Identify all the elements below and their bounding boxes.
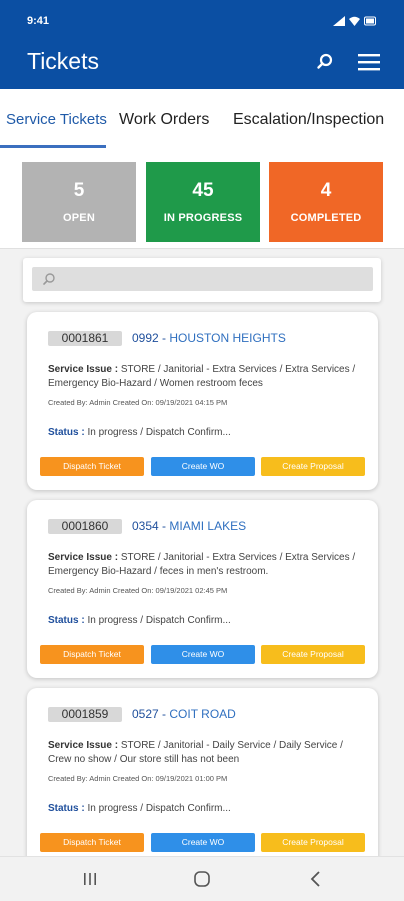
store-name: MIAMI LAKES (169, 519, 247, 533)
signal-icon (333, 16, 345, 26)
tab-work-orders[interactable]: Work Orders (119, 111, 209, 129)
created-info: Created By: Admin Created On: 09/19/2021… (48, 774, 228, 783)
create-proposal-button[interactable]: Create Proposal (261, 645, 365, 664)
stat-completed[interactable]: 4 COMPLETED (269, 162, 383, 242)
status-icons (333, 16, 377, 26)
app-header: 9:41 Tickets (0, 0, 404, 89)
status-label: Status : (48, 803, 85, 814)
dispatch-ticket-button[interactable]: Dispatch Ticket (40, 645, 144, 664)
store-name: HOUSTON HEIGHTS (169, 331, 286, 345)
home-icon[interactable] (191, 868, 213, 890)
ticket-id: 0001861 (48, 331, 122, 346)
status-bar: 9:41 (27, 15, 377, 29)
ticket-store[interactable]: 0354 - MIAMI LAKES (132, 519, 246, 534)
dispatch-ticket-button[interactable]: Dispatch Ticket (40, 457, 144, 476)
store-separator: - (162, 331, 167, 345)
tab-bar: Service Tickets Work Orders Escalation/I… (0, 89, 404, 150)
search-icon[interactable] (313, 50, 337, 74)
search-card (23, 258, 381, 302)
service-issue: Service Issue : STORE / Janitorial - Dai… (48, 739, 364, 767)
store-code: 0527 (132, 707, 159, 721)
status-time: 9:41 (27, 15, 50, 27)
status-text: In progress / Dispatch Confirm... (87, 427, 231, 438)
ticket-status: Status : In progress / Dispatch Confirm.… (48, 427, 231, 438)
stat-in-progress-count: 45 (192, 180, 214, 201)
page-title: Tickets (27, 48, 99, 74)
stat-in-progress[interactable]: 45 IN PROGRESS (146, 162, 260, 242)
stat-open-count: 5 (73, 180, 85, 201)
ticket-card[interactable]: 0001859 0527 - COIT ROAD Service Issue :… (27, 688, 378, 866)
service-issue-label: Service Issue : (48, 552, 119, 563)
menu-icon[interactable] (357, 50, 381, 74)
store-separator: - (162, 707, 167, 721)
service-issue: Service Issue : STORE / Janitorial - Ext… (48, 551, 364, 579)
service-issue-label: Service Issue : (48, 364, 119, 375)
ticket-store[interactable]: 0527 - COIT ROAD (132, 707, 236, 722)
ticket-id: 0001859 (48, 707, 122, 722)
ticket-card[interactable]: 0001861 0992 - HOUSTON HEIGHTS Service I… (27, 312, 378, 490)
store-code: 0354 (132, 519, 159, 533)
ticket-store[interactable]: 0992 - HOUSTON HEIGHTS (132, 331, 286, 346)
status-text: In progress / Dispatch Confirm... (87, 615, 231, 626)
service-issue-label: Service Issue : (48, 740, 119, 751)
service-issue: Service Issue : STORE / Janitorial - Ext… (48, 363, 364, 391)
stat-completed-label: COMPLETED (290, 212, 362, 224)
ticket-stats: 5 OPEN 45 IN PROGRESS 4 COMPLETED (0, 149, 404, 249)
search-field-icon (43, 273, 55, 285)
ticket-status: Status : In progress / Dispatch Confirm.… (48, 803, 231, 814)
battery-icon (364, 16, 376, 26)
search-input[interactable] (32, 267, 373, 291)
wifi-icon (349, 16, 360, 26)
back-icon[interactable] (305, 868, 327, 890)
create-proposal-button[interactable]: Create Proposal (261, 457, 365, 476)
status-text: In progress / Dispatch Confirm... (87, 803, 231, 814)
store-name: COIT ROAD (169, 707, 236, 721)
create-wo-button[interactable]: Create WO (151, 645, 255, 664)
create-wo-button[interactable]: Create WO (151, 833, 255, 852)
store-separator: - (162, 519, 167, 533)
ticket-card[interactable]: 0001860 0354 - MIAMI LAKES Service Issue… (27, 500, 378, 678)
store-code: 0992 (132, 331, 159, 345)
ticket-id: 0001860 (48, 519, 122, 534)
status-label: Status : (48, 427, 85, 438)
created-info: Created By: Admin Created On: 09/19/2021… (48, 398, 228, 407)
stat-completed-count: 4 (320, 180, 332, 201)
ticket-status: Status : In progress / Dispatch Confirm.… (48, 615, 231, 626)
create-wo-button[interactable]: Create WO (151, 457, 255, 476)
stat-in-progress-label: IN PROGRESS (163, 212, 243, 224)
system-nav-bar (0, 856, 404, 901)
stat-open-label: OPEN (63, 212, 95, 224)
status-label: Status : (48, 615, 85, 626)
tab-escalation-inspection[interactable]: Escalation/Inspection (233, 111, 384, 129)
create-proposal-button[interactable]: Create Proposal (261, 833, 365, 852)
created-info: Created By: Admin Created On: 09/19/2021… (48, 586, 228, 595)
tab-service-tickets[interactable]: Service Tickets (6, 111, 107, 128)
dispatch-ticket-button[interactable]: Dispatch Ticket (40, 833, 144, 852)
active-tab-indicator (0, 145, 106, 148)
recent-apps-icon[interactable] (79, 868, 101, 890)
stat-open[interactable]: 5 OPEN (22, 162, 136, 242)
